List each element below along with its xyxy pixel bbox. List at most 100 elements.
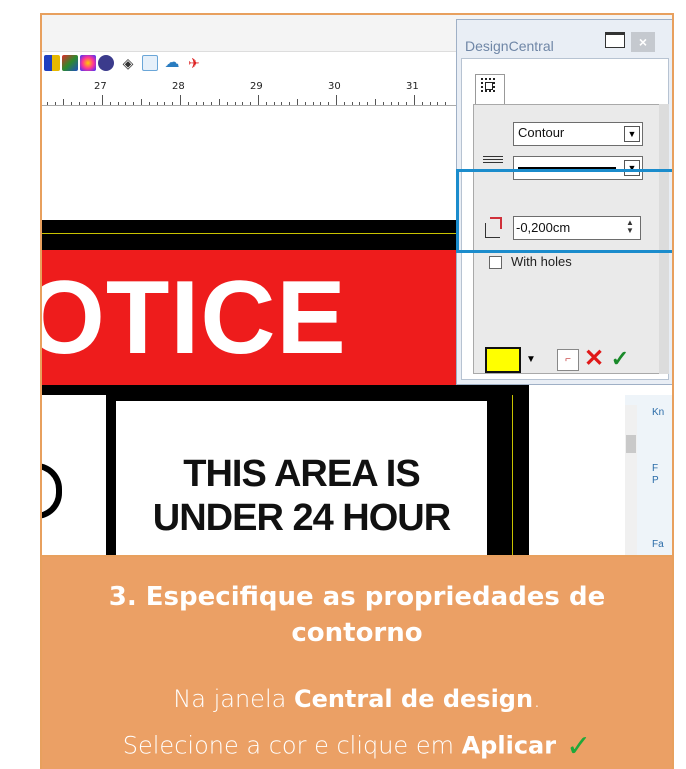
ruler-tick [219, 99, 220, 105]
ruler-tick [180, 95, 181, 105]
sign-right-border [493, 395, 529, 555]
ruler-tick [133, 102, 135, 105]
window-title: DesignCentral [465, 38, 554, 54]
ruler-tick [375, 99, 376, 105]
instruction-line-2: Selecione a cor e clique em Aplicar ✓ [42, 729, 672, 764]
ruler-tick [320, 102, 322, 105]
ruler-tick [109, 102, 111, 105]
ruler-label: 29 [250, 81, 263, 92]
sign-body-text: THIS AREA IS UNDER 24 HOUR [110, 452, 493, 540]
ruler-tick [226, 102, 228, 105]
ruler-tick [258, 95, 259, 105]
ruler-tick [312, 102, 314, 105]
ruler-tick [172, 102, 174, 105]
ruler-tick [421, 102, 423, 105]
sign-body-line: UNDER 24 HOUR [152, 497, 451, 539]
chevron-down-icon[interactable]: ▼ [524, 352, 538, 368]
ruler-tick [359, 102, 361, 105]
canvas-margin [529, 395, 625, 555]
ruler-tick [70, 102, 72, 105]
contour-tab-icon [481, 78, 495, 92]
ruler-tick [47, 102, 49, 105]
ruler-label: 27 [94, 81, 107, 92]
checkmark-icon: ✓ [566, 729, 592, 764]
layers-icon[interactable]: ◈ [120, 55, 136, 71]
ruler-tick [367, 102, 369, 105]
software-screenshot: ◈ ☁ ✈ 27 28 29 30 31 OTICE THIS AREA IS … [42, 15, 672, 555]
side-panel-text: Fa [652, 539, 664, 550]
with-holes-label: With holes [511, 254, 572, 269]
ruler-tick [289, 102, 291, 105]
ruler-tick [336, 95, 337, 105]
instruction-text: Na janela [173, 685, 294, 713]
color-swatch-icon[interactable] [62, 55, 78, 71]
contour-type-value: Contour [518, 125, 565, 140]
fill-color-swatch[interactable] [485, 347, 521, 373]
sign-header-text: OTICE [42, 260, 347, 376]
weld-icon[interactable]: ⌐ [557, 349, 579, 371]
ruler-tick [390, 102, 392, 105]
color-grid-icon[interactable] [44, 55, 60, 71]
ruler-tick [429, 102, 431, 105]
instruction-text: Selecione a cor e clique em [122, 731, 462, 760]
with-holes-checkbox[interactable] [489, 256, 502, 269]
ruler-tick [328, 102, 330, 105]
ruler-tick [203, 102, 205, 105]
ruler-tick [343, 102, 345, 105]
cancel-button[interactable]: ✕ [583, 347, 605, 371]
ruler-tick [297, 99, 298, 105]
ruler-tick [414, 95, 415, 105]
ruler-label: 30 [328, 81, 341, 92]
ruler-tick [187, 102, 189, 105]
instruction-emphasis: Central de design [293, 685, 534, 713]
ruler-tick [195, 102, 197, 105]
ruler-label: 31 [406, 81, 419, 92]
cut-contour-line [512, 395, 513, 555]
sign-black-divider [42, 385, 529, 395]
ruler-tick [141, 99, 142, 105]
ruler-tick [102, 95, 103, 105]
ruler-tick [437, 102, 439, 105]
line-style-icon [483, 156, 503, 166]
side-panel-scrollbar[interactable] [625, 405, 637, 555]
ruler-tick [148, 102, 150, 105]
ruler-label: 28 [172, 81, 185, 92]
ruler-tick [55, 102, 57, 105]
highlight-box [456, 169, 672, 253]
side-panel-text: Kn [652, 407, 665, 418]
tutorial-frame: ◈ ☁ ✈ 27 28 29 30 31 OTICE THIS AREA IS … [40, 13, 674, 769]
cloud-upload-icon[interactable]: ☁ [164, 55, 180, 71]
sign-body-line: THIS AREA IS [183, 453, 420, 495]
ruler-tick [234, 102, 236, 105]
ruler-tick [117, 102, 119, 105]
ruler-tick [281, 102, 283, 105]
ruler-tick [63, 99, 64, 105]
instruction-text: . [533, 685, 541, 713]
contour-type-select[interactable]: Contour ▼ [513, 122, 643, 146]
ercolor-icon[interactable] [98, 55, 114, 71]
ruler-tick [125, 102, 127, 105]
chevron-down-icon[interactable]: ▼ [624, 126, 640, 142]
ruler-tick [398, 102, 400, 105]
ruler-tick [94, 102, 96, 105]
ruler-tick [265, 102, 267, 105]
ruler-tick [211, 102, 213, 105]
side-panel-scroll-thumb[interactable] [626, 435, 636, 453]
instruction-line-1: Na janela Central de design. [42, 685, 672, 713]
side-panel-text: P [652, 475, 659, 486]
ruler-tick [445, 102, 447, 105]
apply-button[interactable]: ✓ [607, 347, 633, 371]
ruler-tick [86, 102, 88, 105]
color-picker-icon[interactable] [80, 55, 96, 71]
close-button[interactable]: × [631, 32, 655, 52]
maximize-button[interactable] [605, 32, 625, 48]
ruler-tick [382, 102, 384, 105]
ruler-tick [273, 102, 275, 105]
ruler-tick [156, 102, 158, 105]
cloud-eye-icon[interactable] [142, 55, 158, 71]
cloud-sync-icon[interactable]: ✈ [186, 55, 202, 71]
ruler-tick [304, 102, 306, 105]
ruler-tick [242, 102, 244, 105]
ruler-tick [250, 102, 252, 105]
ruler-tick [78, 102, 80, 105]
